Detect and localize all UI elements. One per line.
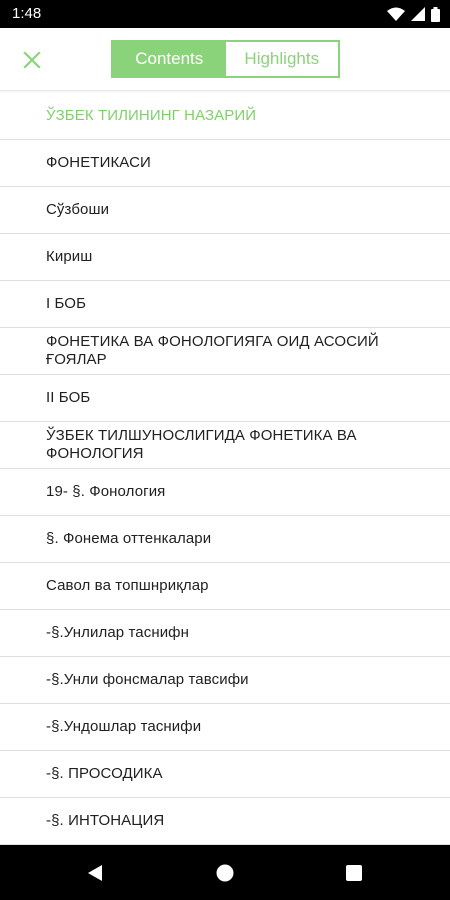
status-icons: [387, 6, 440, 22]
wifi-icon: [387, 7, 405, 21]
toc-item[interactable]: ЎЗБЕК ТИЛШУНОСЛИГИДА ФОНЕТИКА ВА ФОНОЛОГ…: [0, 422, 450, 469]
toc-item[interactable]: ФОНЕТИКАСИ: [0, 140, 450, 187]
toc-item[interactable]: Савол ва топшнриқлар: [0, 563, 450, 610]
toc-item[interactable]: II БОБ: [0, 375, 450, 422]
toc-item[interactable]: Кириш: [0, 234, 450, 281]
back-icon: [88, 865, 102, 881]
toc-item[interactable]: -§. ИНТОНАЦИЯ: [0, 798, 450, 845]
toc-header: Contents Highlights: [0, 28, 450, 90]
toc-item[interactable]: §. Фонема оттенкалари: [0, 516, 450, 563]
home-icon: [216, 864, 234, 882]
toc-item[interactable]: 19- §. Фонология: [0, 469, 450, 516]
close-icon: [23, 51, 41, 69]
toc-item[interactable]: -§. ПРОСОДИКА: [0, 751, 450, 798]
status-bar: 1:48: [0, 0, 450, 28]
toc-item[interactable]: ЎЗБЕК ТИЛИНИНГ НАЗАРИЙ: [0, 93, 450, 140]
toc-item[interactable]: Сўзбоши: [0, 187, 450, 234]
table-of-contents-list: ЎЗБЕК ТИЛИНИНГ НАЗАРИЙ ФОНЕТИКАСИ Сўзбош…: [0, 93, 450, 845]
contents-highlights-toggle: Contents Highlights: [111, 40, 340, 78]
toc-item[interactable]: -§.Унлилар таснифн: [0, 610, 450, 657]
toc-item[interactable]: I БОБ: [0, 281, 450, 328]
home-button[interactable]: [214, 862, 236, 884]
back-button[interactable]: [84, 862, 106, 884]
status-time: 1:48: [12, 5, 42, 22]
signal-icon: [411, 7, 425, 21]
battery-icon: [431, 6, 440, 22]
tab-contents[interactable]: Contents: [113, 42, 226, 76]
close-button[interactable]: [18, 46, 46, 74]
tab-highlights[interactable]: Highlights: [225, 42, 338, 76]
recents-icon: [346, 865, 362, 881]
toc-item[interactable]: ФОНЕТИКА ВА ФОНОЛОГИЯГА ОИД АСОСИЙ ҒОЯЛА…: [0, 328, 450, 375]
toc-item[interactable]: -§.Ундошлар таснифи: [0, 704, 450, 751]
toc-item[interactable]: -§.Унли фонсмалар тавсифи: [0, 657, 450, 704]
system-nav-bar: [0, 845, 450, 900]
recents-button[interactable]: [343, 862, 365, 884]
